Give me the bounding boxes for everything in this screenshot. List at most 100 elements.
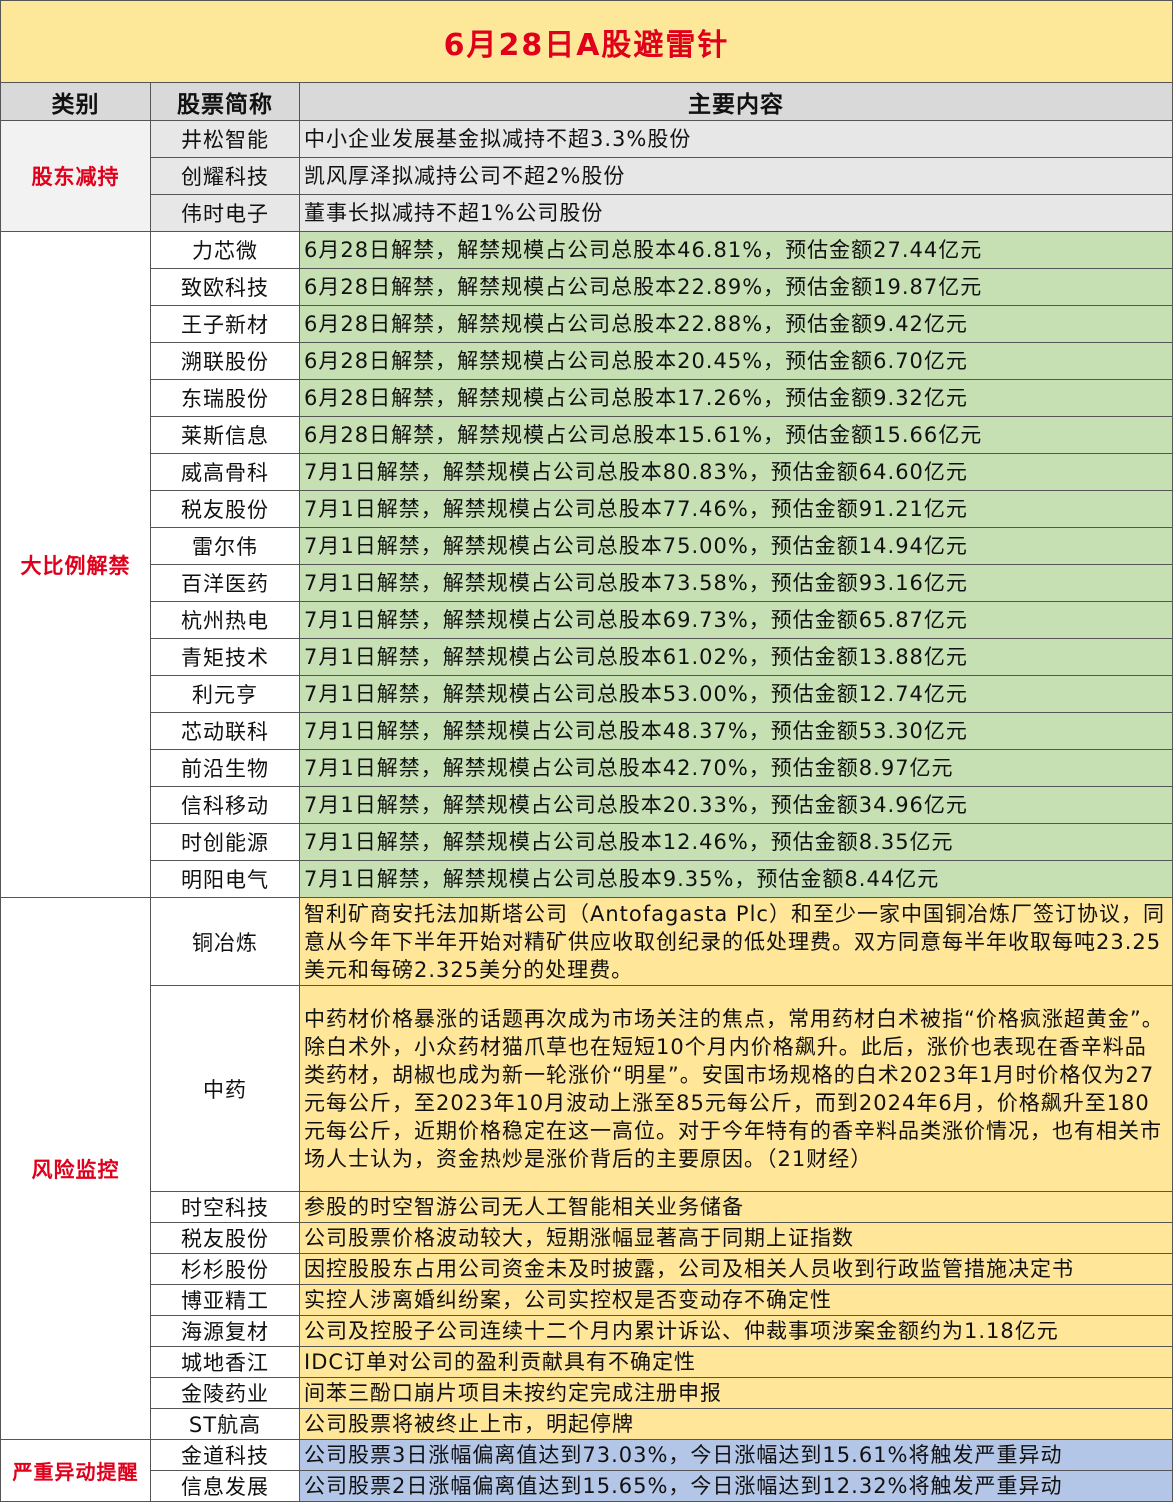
table-row: 税友股份 公司股票价格波动较大，短期涨幅显著高于同期上证指数	[1, 1222, 1173, 1254]
table-row: 风险监控 铜冶炼 智利矿商安托法加斯塔公司（Antofagasta Plc）和至…	[0, 897, 1173, 1440]
category-label: 严重异动提醒	[0, 1439, 151, 1502]
table-row: 前沿生物 7月1日解禁，解禁规模占公司总股本42.70%，预估金额8.97亿元	[1, 749, 1173, 787]
row-content: 公司股票2日涨幅偏离值达到15.65%，今日涨幅达到12.32%将触发严重异动	[299, 1470, 1173, 1502]
stock-name: 王子新材	[150, 305, 300, 343]
row-content: 7月1日解禁，解禁规模占公司总股本75.00%，预估金额14.94亿元	[299, 527, 1173, 565]
stock-name: 城地香江	[150, 1346, 300, 1378]
stock-name: 致欧科技	[150, 268, 300, 306]
table-row: 利元亨 7月1日解禁，解禁规模占公司总股本53.00%，预估金额12.74亿元	[1, 675, 1173, 713]
table-row: 杉杉股份 因控股股东占用公司资金未及时披露，公司及相关人员收到行政监管措施决定书	[1, 1253, 1173, 1285]
row-content: 实控人涉离婚纠纷案，公司实控权是否变动存不确定性	[299, 1284, 1173, 1316]
table-row: 城地香江 IDC订单对公司的盈利贡献具有不确定性	[1, 1346, 1173, 1378]
table-row: 时创能源 7月1日解禁，解禁规模占公司总股本12.46%，预估金额8.35亿元	[1, 823, 1173, 861]
row-content: 7月1日解禁，解禁规模占公司总股本48.37%，预估金额53.30亿元	[299, 712, 1173, 750]
table-row: 海源复材 公司及控股子公司连续十二个月内累计诉讼、仲裁事项涉案金额约为1.18亿元	[1, 1315, 1173, 1347]
stock-name: 金道科技	[150, 1439, 300, 1471]
header-content: 主要内容	[299, 82, 1173, 121]
category-label: 大比例解禁	[0, 231, 151, 898]
row-content: 7月1日解禁，解禁规模占公司总股本69.73%，预估金额65.87亿元	[299, 601, 1173, 639]
category-label: 风险监控	[0, 897, 151, 1440]
table-row: ST航高 公司股票将被终止上市，明起停牌	[1, 1408, 1173, 1440]
stock-name: 时创能源	[150, 823, 300, 861]
table-row: 博亚精工 实控人涉离婚纠纷案，公司实控权是否变动存不确定性	[1, 1284, 1173, 1316]
table-row: 信科移动 7月1日解禁，解禁规模占公司总股本20.33%，预估金额34.96亿元	[1, 786, 1173, 824]
stock-name: 前沿生物	[150, 749, 300, 787]
row-content: 7月1日解禁，解禁规模占公司总股本73.58%，预估金额93.16亿元	[299, 564, 1173, 602]
row-content: 6月28日解禁，解禁规模占公司总股本15.61%，预估金额15.66亿元	[299, 416, 1173, 454]
table-row: 威高骨科 7月1日解禁，解禁规模占公司总股本80.83%，预估金额64.60亿元	[1, 453, 1173, 491]
row-content: 中小企业发展基金拟减持不超3.3%股份	[299, 120, 1173, 158]
stock-name: 博亚精工	[150, 1284, 300, 1316]
table-row: 信息发展 公司股票2日涨幅偏离值达到15.65%，今日涨幅达到12.32%将触发…	[1, 1470, 1173, 1502]
stock-name: 信科移动	[150, 786, 300, 824]
row-content: 6月28日解禁，解禁规模占公司总股本22.88%，预估金额9.42亿元	[299, 305, 1173, 343]
table-row: 杭州热电 7月1日解禁，解禁规模占公司总股本69.73%，预估金额65.87亿元	[1, 601, 1173, 639]
table-row: 青矩技术 7月1日解禁，解禁规模占公司总股本61.02%，预估金额13.88亿元	[1, 638, 1173, 676]
stock-name: 中药	[150, 985, 300, 1192]
stock-name: 溯联股份	[150, 342, 300, 380]
row-content: 智利矿商安托法加斯塔公司（Antofagasta Plc）和至少一家中国铜冶炼厂…	[299, 897, 1173, 986]
table-row: 雷尔伟 7月1日解禁，解禁规模占公司总股本75.00%，预估金额14.94亿元	[1, 527, 1173, 565]
row-content: 公司及控股子公司连续十二个月内累计诉讼、仲裁事项涉案金额约为1.18亿元	[299, 1315, 1173, 1347]
header-stock: 股票简称	[150, 82, 300, 121]
stock-name: 信息发展	[150, 1470, 300, 1502]
stock-name: 井松智能	[150, 120, 300, 158]
row-content: 公司股票将被终止上市，明起停牌	[299, 1408, 1173, 1440]
stock-name: 海源复材	[150, 1315, 300, 1347]
table-row: 致欧科技 6月28日解禁，解禁规模占公司总股本22.89%，预估金额19.87亿元	[1, 268, 1173, 306]
table-row: 明阳电气 7月1日解禁，解禁规模占公司总股本9.35%，预估金额8.44亿元	[1, 860, 1173, 898]
row-content: 中药材价格暴涨的话题再次成为市场关注的焦点，常用药材白术被指“价格疯涨超黄金”。…	[299, 985, 1173, 1192]
row-content: 7月1日解禁，解禁规模占公司总股本77.46%，预估金额91.21亿元	[299, 490, 1173, 528]
header-category: 类别	[0, 82, 151, 121]
table-row: 芯动联科 7月1日解禁，解禁规模占公司总股本48.37%，预估金额53.30亿元	[1, 712, 1173, 750]
category-label: 股东减持	[0, 120, 151, 232]
row-content: 公司股票价格波动较大，短期涨幅显著高于同期上证指数	[299, 1222, 1173, 1254]
table-row: 税友股份 7月1日解禁，解禁规模占公司总股本77.46%，预估金额91.21亿元	[1, 490, 1173, 528]
table-row: 东瑞股份 6月28日解禁，解禁规模占公司总股本17.26%，预估金额9.32亿元	[1, 379, 1173, 417]
table-row: 溯联股份 6月28日解禁，解禁规模占公司总股本20.45%，预估金额6.70亿元	[1, 342, 1173, 380]
table-row: 金陵药业 间苯三酚口崩片项目未按约定完成注册申报	[1, 1377, 1173, 1409]
stock-name: 杉杉股份	[150, 1253, 300, 1285]
row-content: 7月1日解禁，解禁规模占公司总股本80.83%，预估金额64.60亿元	[299, 453, 1173, 491]
stock-name: 时空科技	[150, 1191, 300, 1223]
table-row: 王子新材 6月28日解禁，解禁规模占公司总股本22.88%，预估金额9.42亿元	[1, 305, 1173, 343]
row-content: 6月28日解禁，解禁规模占公司总股本22.89%，预估金额19.87亿元	[299, 268, 1173, 306]
row-content: 7月1日解禁，解禁规模占公司总股本9.35%，预估金额8.44亿元	[299, 860, 1173, 898]
table-row: 股东减持 井松智能 中小企业发展基金拟减持不超3.3%股份	[0, 120, 1173, 232]
stock-name: 威高骨科	[150, 453, 300, 491]
row-content: 公司股票3日涨幅偏离值达到73.03%，今日涨幅达到15.61%将触发严重异动	[299, 1439, 1173, 1471]
row-content: IDC订单对公司的盈利贡献具有不确定性	[299, 1346, 1173, 1378]
row-content: 间苯三酚口崩片项目未按约定完成注册申报	[299, 1377, 1173, 1409]
table-row: 伟时电子 董事长拟减持不超1%公司股份	[1, 194, 1173, 232]
table-row: 大比例解禁 力芯微 6月28日解禁，解禁规模占公司总股本46.81%，预估金额2…	[0, 231, 1173, 898]
stock-name: 莱斯信息	[150, 416, 300, 454]
stock-name: 创耀科技	[150, 157, 300, 195]
stock-name: 明阳电气	[150, 860, 300, 898]
stock-name: 杭州热电	[150, 601, 300, 639]
table-row: 百洋医药 7月1日解禁，解禁规模占公司总股本73.58%，预估金额93.16亿元	[1, 564, 1173, 602]
stock-name: 东瑞股份	[150, 379, 300, 417]
stock-name: 铜冶炼	[150, 897, 300, 986]
row-content: 董事长拟减持不超1%公司股份	[299, 194, 1173, 232]
row-content: 凯风厚泽拟减持公司不超2%股份	[299, 157, 1173, 195]
stock-name: 百洋医药	[150, 564, 300, 602]
stock-name: 芯动联科	[150, 712, 300, 750]
row-content: 因控股股东占用公司资金未及时披露，公司及相关人员收到行政监管措施决定书	[299, 1253, 1173, 1285]
row-content: 7月1日解禁，解禁规模占公司总股本20.33%，预估金额34.96亿元	[299, 786, 1173, 824]
row-content: 6月28日解禁，解禁规模占公司总股本17.26%，预估金额9.32亿元	[299, 379, 1173, 417]
row-content: 参股的时空智游公司无人工智能相关业务储备	[299, 1191, 1173, 1223]
stock-name: ST航高	[150, 1408, 300, 1440]
risk-table: 6月28日A股避雷针 类别 股票简称 主要内容 股东减持 井松智能 中小企业发展…	[0, 0, 1173, 1502]
stock-name: 金陵药业	[150, 1377, 300, 1409]
stock-name: 力芯微	[150, 231, 300, 269]
stock-name: 税友股份	[150, 1222, 300, 1254]
row-content: 7月1日解禁，解禁规模占公司总股本12.46%，预估金额8.35亿元	[299, 823, 1173, 861]
stock-name: 税友股份	[150, 490, 300, 528]
table-row: 莱斯信息 6月28日解禁，解禁规模占公司总股本15.61%，预估金额15.66亿元	[1, 416, 1173, 454]
table-row: 严重异动提醒 金道科技 公司股票3日涨幅偏离值达到73.03%，今日涨幅达到15…	[0, 1439, 1173, 1502]
table-row: 中药 中药材价格暴涨的话题再次成为市场关注的焦点，常用药材白术被指“价格疯涨超黄…	[1, 985, 1173, 1192]
row-content: 7月1日解禁，解禁规模占公司总股本61.02%，预估金额13.88亿元	[299, 638, 1173, 676]
stock-name: 青矩技术	[150, 638, 300, 676]
table-row: 时空科技 参股的时空智游公司无人工智能相关业务储备	[1, 1191, 1173, 1223]
row-content: 6月28日解禁，解禁规模占公司总股本20.45%，预估金额6.70亿元	[299, 342, 1173, 380]
